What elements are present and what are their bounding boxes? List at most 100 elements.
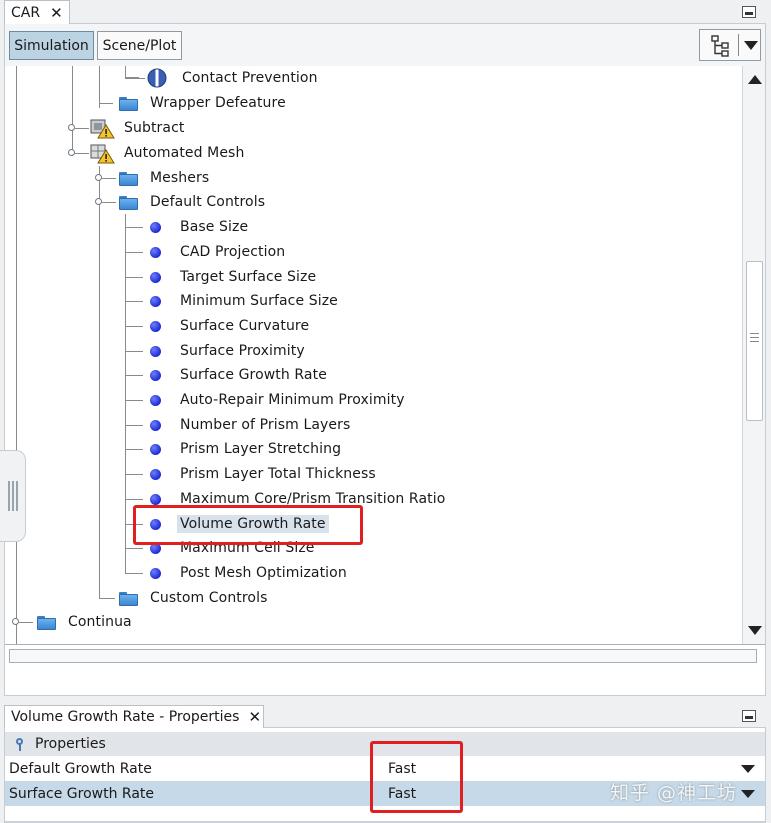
- tree-item-label: Target Surface Size: [180, 269, 317, 285]
- folder-icon: [119, 171, 138, 186]
- dot-icon: [150, 567, 161, 579]
- tree-item-auto-repair-minimum-proximity[interactable]: Auto-Repair Minimum Proximity: [125, 389, 408, 411]
- tree-item-label: Prism Layer Stretching: [180, 441, 342, 457]
- tree-line: [125, 499, 143, 500]
- tree-item-target-surface-size[interactable]: Target Surface Size: [125, 266, 319, 288]
- chevron-down-icon[interactable]: [741, 764, 755, 773]
- tree-item-wrapper-defeature[interactable]: Wrapper Defeature: [99, 92, 289, 114]
- tree-line: [125, 227, 143, 228]
- panel-drag-handle[interactable]: [0, 450, 26, 542]
- tree-item-contact-prevention[interactable]: Contact Prevention: [125, 67, 321, 89]
- tree-vertical-scrollbar[interactable]: [742, 66, 766, 644]
- window-tab-car[interactable]: CAR ✕: [4, 0, 70, 24]
- expand-knob-icon[interactable]: [68, 124, 75, 131]
- dot-icon: [150, 468, 161, 480]
- tree-item-continua[interactable]: Continua: [9, 611, 135, 633]
- dot-icon: [150, 320, 161, 332]
- tree-line: [125, 326, 143, 327]
- tree-line: [125, 449, 143, 450]
- scroll-thumb[interactable]: [746, 261, 763, 421]
- tree-item-meshers[interactable]: Meshers: [92, 167, 212, 189]
- tree-line: [125, 425, 143, 426]
- simulation-tree[interactable]: Contact Prevention Wrapper Defeature Sub…: [4, 66, 742, 644]
- property-name: Default Growth Rate: [9, 760, 152, 777]
- close-icon[interactable]: ✕: [50, 4, 63, 22]
- tree-item-prism-layer-total-thickness[interactable]: Prism Layer Total Thickness: [125, 463, 379, 485]
- minimize-icon[interactable]: [742, 6, 756, 18]
- tree-item-custom-controls[interactable]: Custom Controls: [99, 587, 271, 609]
- tree-item-label: Automated Mesh: [124, 145, 245, 161]
- tree-item-number-of-prism-layers[interactable]: Number of Prism Layers: [125, 414, 353, 436]
- tree-item-label: CAD Projection: [180, 244, 286, 260]
- chevron-down-icon[interactable]: [744, 41, 758, 50]
- dot-icon: [150, 394, 161, 406]
- dot-icon: [150, 221, 161, 233]
- properties-tab-label: Volume Growth Rate - Properties: [11, 709, 240, 725]
- tree-item-label: Surface Growth Rate: [180, 367, 327, 383]
- tree-line: [99, 166, 100, 599]
- minimize-icon[interactable]: [742, 710, 756, 722]
- expand-knob-icon[interactable]: [95, 174, 102, 181]
- expand-knob-icon[interactable]: [12, 618, 19, 625]
- tree-view-menu-button[interactable]: [699, 29, 761, 61]
- properties-section-label: Properties: [35, 736, 106, 752]
- tree-line: [125, 548, 143, 549]
- folder-icon: [37, 615, 56, 630]
- tree-item-label: Wrapper Defeature: [150, 95, 286, 111]
- dot-icon: [150, 443, 161, 455]
- tree-item-label: Continua: [68, 614, 132, 630]
- dot-icon: [150, 493, 161, 505]
- scroll-up-icon[interactable]: [748, 75, 762, 84]
- tree-item-surface-curvature[interactable]: Surface Curvature: [125, 315, 312, 337]
- tree-line: [125, 252, 143, 253]
- tree-horizontal-scrollbar[interactable]: [9, 649, 757, 663]
- tree-item-default-controls[interactable]: Default Controls: [92, 191, 268, 213]
- tree-structure-icon: [711, 35, 729, 57]
- tree-item-base-size[interactable]: Base Size: [125, 216, 251, 238]
- tree-item-surface-growth-rate[interactable]: Surface Growth Rate: [125, 364, 330, 386]
- tree-item-label: Base Size: [180, 219, 249, 235]
- tree-item-label: Default Controls: [150, 194, 266, 210]
- expand-knob-icon[interactable]: [68, 149, 75, 156]
- tree-item-minimum-surface-size[interactable]: Minimum Surface Size: [125, 290, 341, 312]
- tree-item-label: Surface Proximity: [180, 343, 305, 359]
- tree-line: [125, 474, 143, 475]
- tab-simulation[interactable]: Simulation: [9, 31, 94, 60]
- button-separator: [738, 34, 739, 56]
- scroll-down-icon[interactable]: [748, 626, 762, 635]
- highlight-box-tree: [133, 505, 363, 545]
- property-name: Surface Growth Rate: [9, 785, 155, 802]
- tree-item-label: Contact Prevention: [182, 70, 318, 86]
- folder-icon: [119, 591, 138, 606]
- tree-line: [75, 128, 89, 129]
- properties-tab[interactable]: Volume Growth Rate - Properties ✕: [4, 705, 264, 728]
- tree-item-label: Minimum Surface Size: [180, 293, 338, 309]
- dot-icon: [150, 345, 161, 357]
- tree-line: [125, 351, 143, 352]
- tree-line: [125, 78, 145, 79]
- tree-line: [125, 301, 143, 302]
- tree-item-label: Number of Prism Layers: [180, 417, 351, 433]
- tree-item-label: Custom Controls: [150, 590, 268, 606]
- tree-line: [102, 202, 116, 203]
- tree-item-label: Post Mesh Optimization: [180, 565, 347, 581]
- chevron-down-icon[interactable]: [741, 789, 755, 798]
- expand-knob-icon[interactable]: [95, 198, 102, 205]
- folder-icon: [119, 96, 138, 111]
- tree-item-post-mesh-optimization[interactable]: Post Mesh Optimization: [125, 562, 350, 584]
- tab-scene-plot[interactable]: Scene/Plot: [97, 31, 182, 60]
- close-icon[interactable]: ✕: [248, 708, 261, 726]
- tree-item-label: Meshers: [150, 170, 210, 186]
- folder-icon: [119, 195, 138, 210]
- tree-item-label: Subtract: [124, 120, 185, 136]
- tree-horizontal-scroll-area: [4, 644, 766, 696]
- tree-item-surface-proximity[interactable]: Surface Proximity: [125, 340, 308, 362]
- tree-line: [125, 375, 143, 376]
- pin-icon: [15, 736, 25, 752]
- tree-item-cad-projection[interactable]: CAD Projection: [125, 241, 288, 263]
- tree-item-prism-layer-stretching[interactable]: Prism Layer Stretching: [125, 438, 344, 460]
- tree-item-subtract[interactable]: Subtract: [65, 117, 187, 139]
- dot-icon: [150, 271, 161, 283]
- tree-item-automated-mesh[interactable]: Automated Mesh: [65, 142, 247, 164]
- tree-item-label: Prism Layer Total Thickness: [180, 466, 376, 482]
